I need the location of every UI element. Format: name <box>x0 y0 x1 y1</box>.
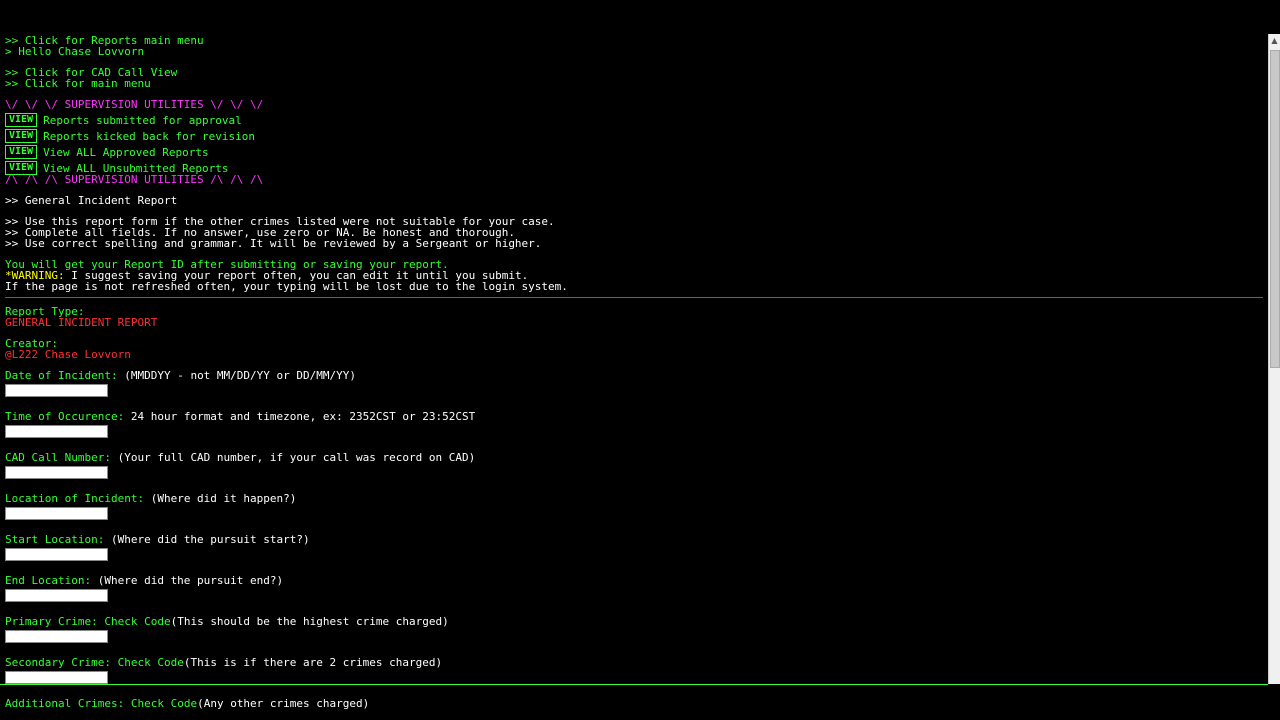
field-primary-crime: Primary Crime: Check Code(This should be… <box>5 616 1263 643</box>
view-all-approved-link[interactable]: View ALL Approved Reports <box>43 147 209 158</box>
field-hint: (Your full CAD number, if your call was … <box>110 451 476 464</box>
field-label: Additional Crimes: <box>5 697 125 710</box>
cad-call-number-input[interactable] <box>5 466 108 479</box>
view-button-approved[interactable]: VIEW <box>5 145 38 159</box>
scroll-thumb[interactable] <box>1270 50 1280 368</box>
field-hint: 24 hour format and timezone, ex: 2352CST… <box>124 410 476 423</box>
field-hint: (This should be the highest crime charge… <box>170 615 449 628</box>
section-divider <box>5 297 1263 298</box>
field-hint: (Where did the pursuit start?) <box>104 533 310 546</box>
supervision-item-kicked-back: VIEW Reports kicked back for revision <box>5 128 1263 144</box>
field-hint: (Any other crimes charged) <box>197 697 370 710</box>
kicked-back-for-revision-link[interactable]: Reports kicked back for revision <box>43 131 255 142</box>
creator-value: @L222 Chase Lovvorn <box>5 348 131 361</box>
creator-label: Creator: <box>5 337 58 350</box>
greeting-text: > Hello Chase Lovvorn <box>5 45 145 58</box>
vertical-scrollbar[interactable]: ▲ <box>1268 34 1280 684</box>
field-end-location: End Location: (Where did the pursuit end… <box>5 575 1263 602</box>
instruction-line: >> Use correct spelling and grammar. It … <box>5 237 542 250</box>
field-hint: (This is if there are 2 crimes charged) <box>183 656 443 669</box>
refresh-notice: If the page is not refreshed often, your… <box>5 280 568 293</box>
bottom-border <box>0 684 1268 685</box>
start-location-input[interactable] <box>5 548 108 561</box>
field-start-location: Start Location: (Where did the pursuit s… <box>5 534 1263 561</box>
supervision-item-approved: VIEW View ALL Approved Reports <box>5 144 1263 160</box>
report-page: >> Click for Reports main menu > Hello C… <box>5 35 1263 720</box>
field-location-of-incident: Location of Incident: (Where did it happ… <box>5 493 1263 520</box>
supervision-list: VIEW Reports submitted for approval VIEW… <box>5 112 1263 176</box>
field-hint: (Where did the pursuit end?) <box>91 574 284 587</box>
report-type-label: Report Type: <box>5 305 85 318</box>
supervision-header-top: \/ \/ \/ SUPERVISION UTILITIES \/ \/ \/ <box>5 98 264 111</box>
view-button-submitted[interactable]: VIEW <box>5 113 38 127</box>
field-cad-call-number: CAD Call Number: (Your full CAD number, … <box>5 452 1263 479</box>
check-code-link-secondary[interactable]: Check Code <box>111 656 184 669</box>
field-label: CAD Call Number: <box>5 451 111 464</box>
view-all-unsubmitted-link[interactable]: View ALL Unsubmitted Reports <box>43 163 228 174</box>
primary-crime-input[interactable] <box>5 630 108 643</box>
field-date-of-incident: Date of Incident: (MMDDYY - not MM/DD/YY… <box>5 370 1263 397</box>
field-hint: (MMDDYY - not MM/DD/YY or DD/MM/YY) <box>117 369 357 382</box>
field-label: Secondary Crime: <box>5 656 111 669</box>
field-label: Start Location: <box>5 533 105 546</box>
end-location-input[interactable] <box>5 589 108 602</box>
field-label: Location of Incident: <box>5 492 145 505</box>
field-label: Time of Occurence: <box>5 410 125 423</box>
check-code-link-additional[interactable]: Check Code <box>124 697 197 710</box>
check-code-link-primary[interactable]: Check Code <box>98 615 170 628</box>
field-additional-crimes: Additional Crimes: Check Code(Any other … <box>5 698 1263 709</box>
submitted-for-approval-link[interactable]: Reports submitted for approval <box>43 115 242 126</box>
time-of-occurence-input[interactable] <box>5 425 108 438</box>
field-time-of-occurence: Time of Occurence: 24 hour format and ti… <box>5 411 1263 438</box>
location-of-incident-input[interactable] <box>5 507 108 520</box>
main-menu-link[interactable]: >> Click for main menu <box>5 77 151 90</box>
date-of-incident-input[interactable] <box>5 384 108 397</box>
field-label: Date of Incident: <box>5 369 118 382</box>
supervision-header-bottom: /\ /\ /\ SUPERVISION UTILITIES /\ /\ /\ <box>5 173 264 186</box>
scroll-up-arrow-icon[interactable]: ▲ <box>1269 34 1280 48</box>
report-title: >> General Incident Report <box>5 194 178 207</box>
supervision-item-submitted: VIEW Reports submitted for approval <box>5 112 1263 128</box>
field-hint: (Where did it happen?) <box>144 492 297 505</box>
report-type-value: GENERAL INCIDENT REPORT <box>5 316 158 329</box>
field-label: End Location: <box>5 574 92 587</box>
field-secondary-crime: Secondary Crime: Check Code(This is if t… <box>5 657 1263 684</box>
view-button-kicked-back[interactable]: VIEW <box>5 129 38 143</box>
field-label: Primary Crime: <box>5 615 98 628</box>
secondary-crime-input[interactable] <box>5 671 108 684</box>
